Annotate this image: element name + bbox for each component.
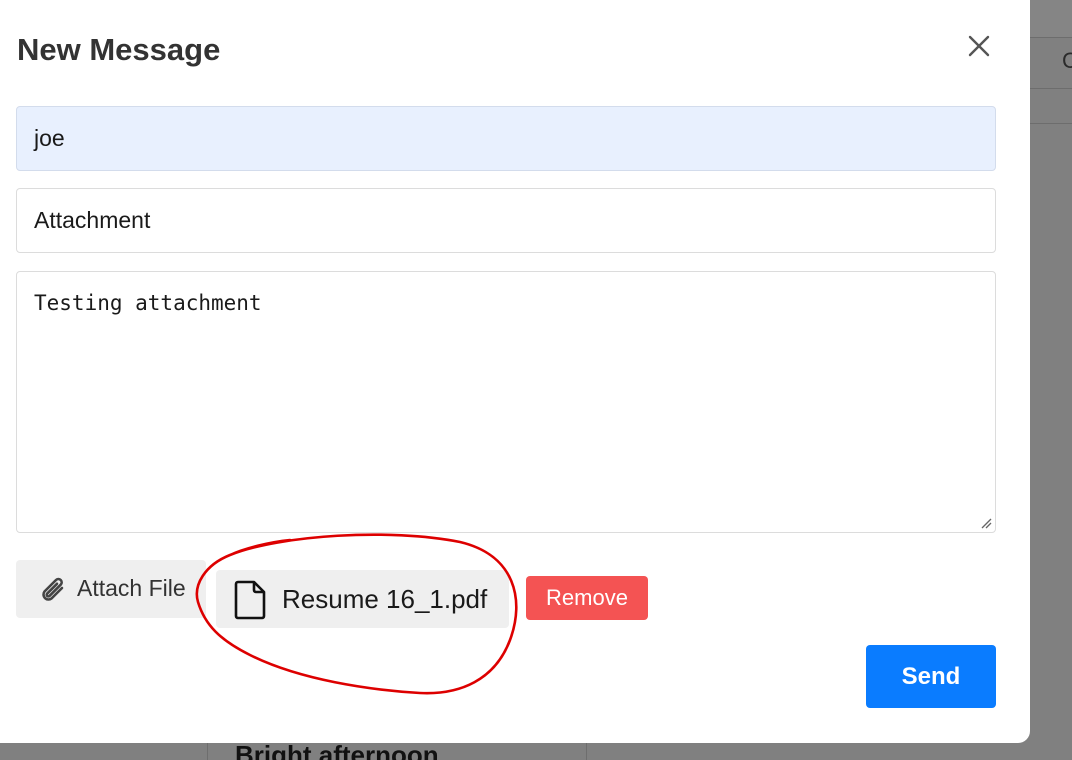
close-button[interactable] xyxy=(962,30,996,64)
background-partial-text: C xyxy=(1062,48,1072,73)
recipient-value: joe xyxy=(34,125,65,151)
attachment-chip: Resume 16_1.pdf xyxy=(216,570,509,628)
subject-value: Attachment xyxy=(34,207,151,233)
new-message-modal: New Message joe Attachment Testing attac… xyxy=(0,0,1030,743)
subject-input[interactable]: Attachment xyxy=(16,188,996,253)
send-button[interactable]: Send xyxy=(866,645,996,708)
background-divider xyxy=(1030,37,1072,38)
attach-file-label: Attach File xyxy=(77,575,186,601)
background-card-heading: Bright afternoon xyxy=(235,740,439,760)
message-body-textarea[interactable]: Testing attachment xyxy=(16,271,996,533)
background-header-strip xyxy=(1030,0,1072,37)
recipient-input[interactable]: joe xyxy=(16,106,996,171)
attach-file-button[interactable]: Attach File xyxy=(16,560,206,618)
background-divider xyxy=(1030,123,1072,124)
file-icon xyxy=(234,580,266,620)
message-body-value: Testing attachment xyxy=(34,291,262,315)
modal-content: New Message joe Attachment Testing attac… xyxy=(0,0,1030,743)
attachment-file-name: Resume 16_1.pdf xyxy=(282,584,488,614)
close-icon xyxy=(968,35,990,57)
background-divider xyxy=(1030,88,1072,89)
modal-title: New Message xyxy=(17,32,221,67)
paperclip-icon xyxy=(42,577,64,601)
resize-grip-icon[interactable] xyxy=(980,517,992,529)
remove-attachment-button[interactable]: Remove xyxy=(526,576,648,620)
